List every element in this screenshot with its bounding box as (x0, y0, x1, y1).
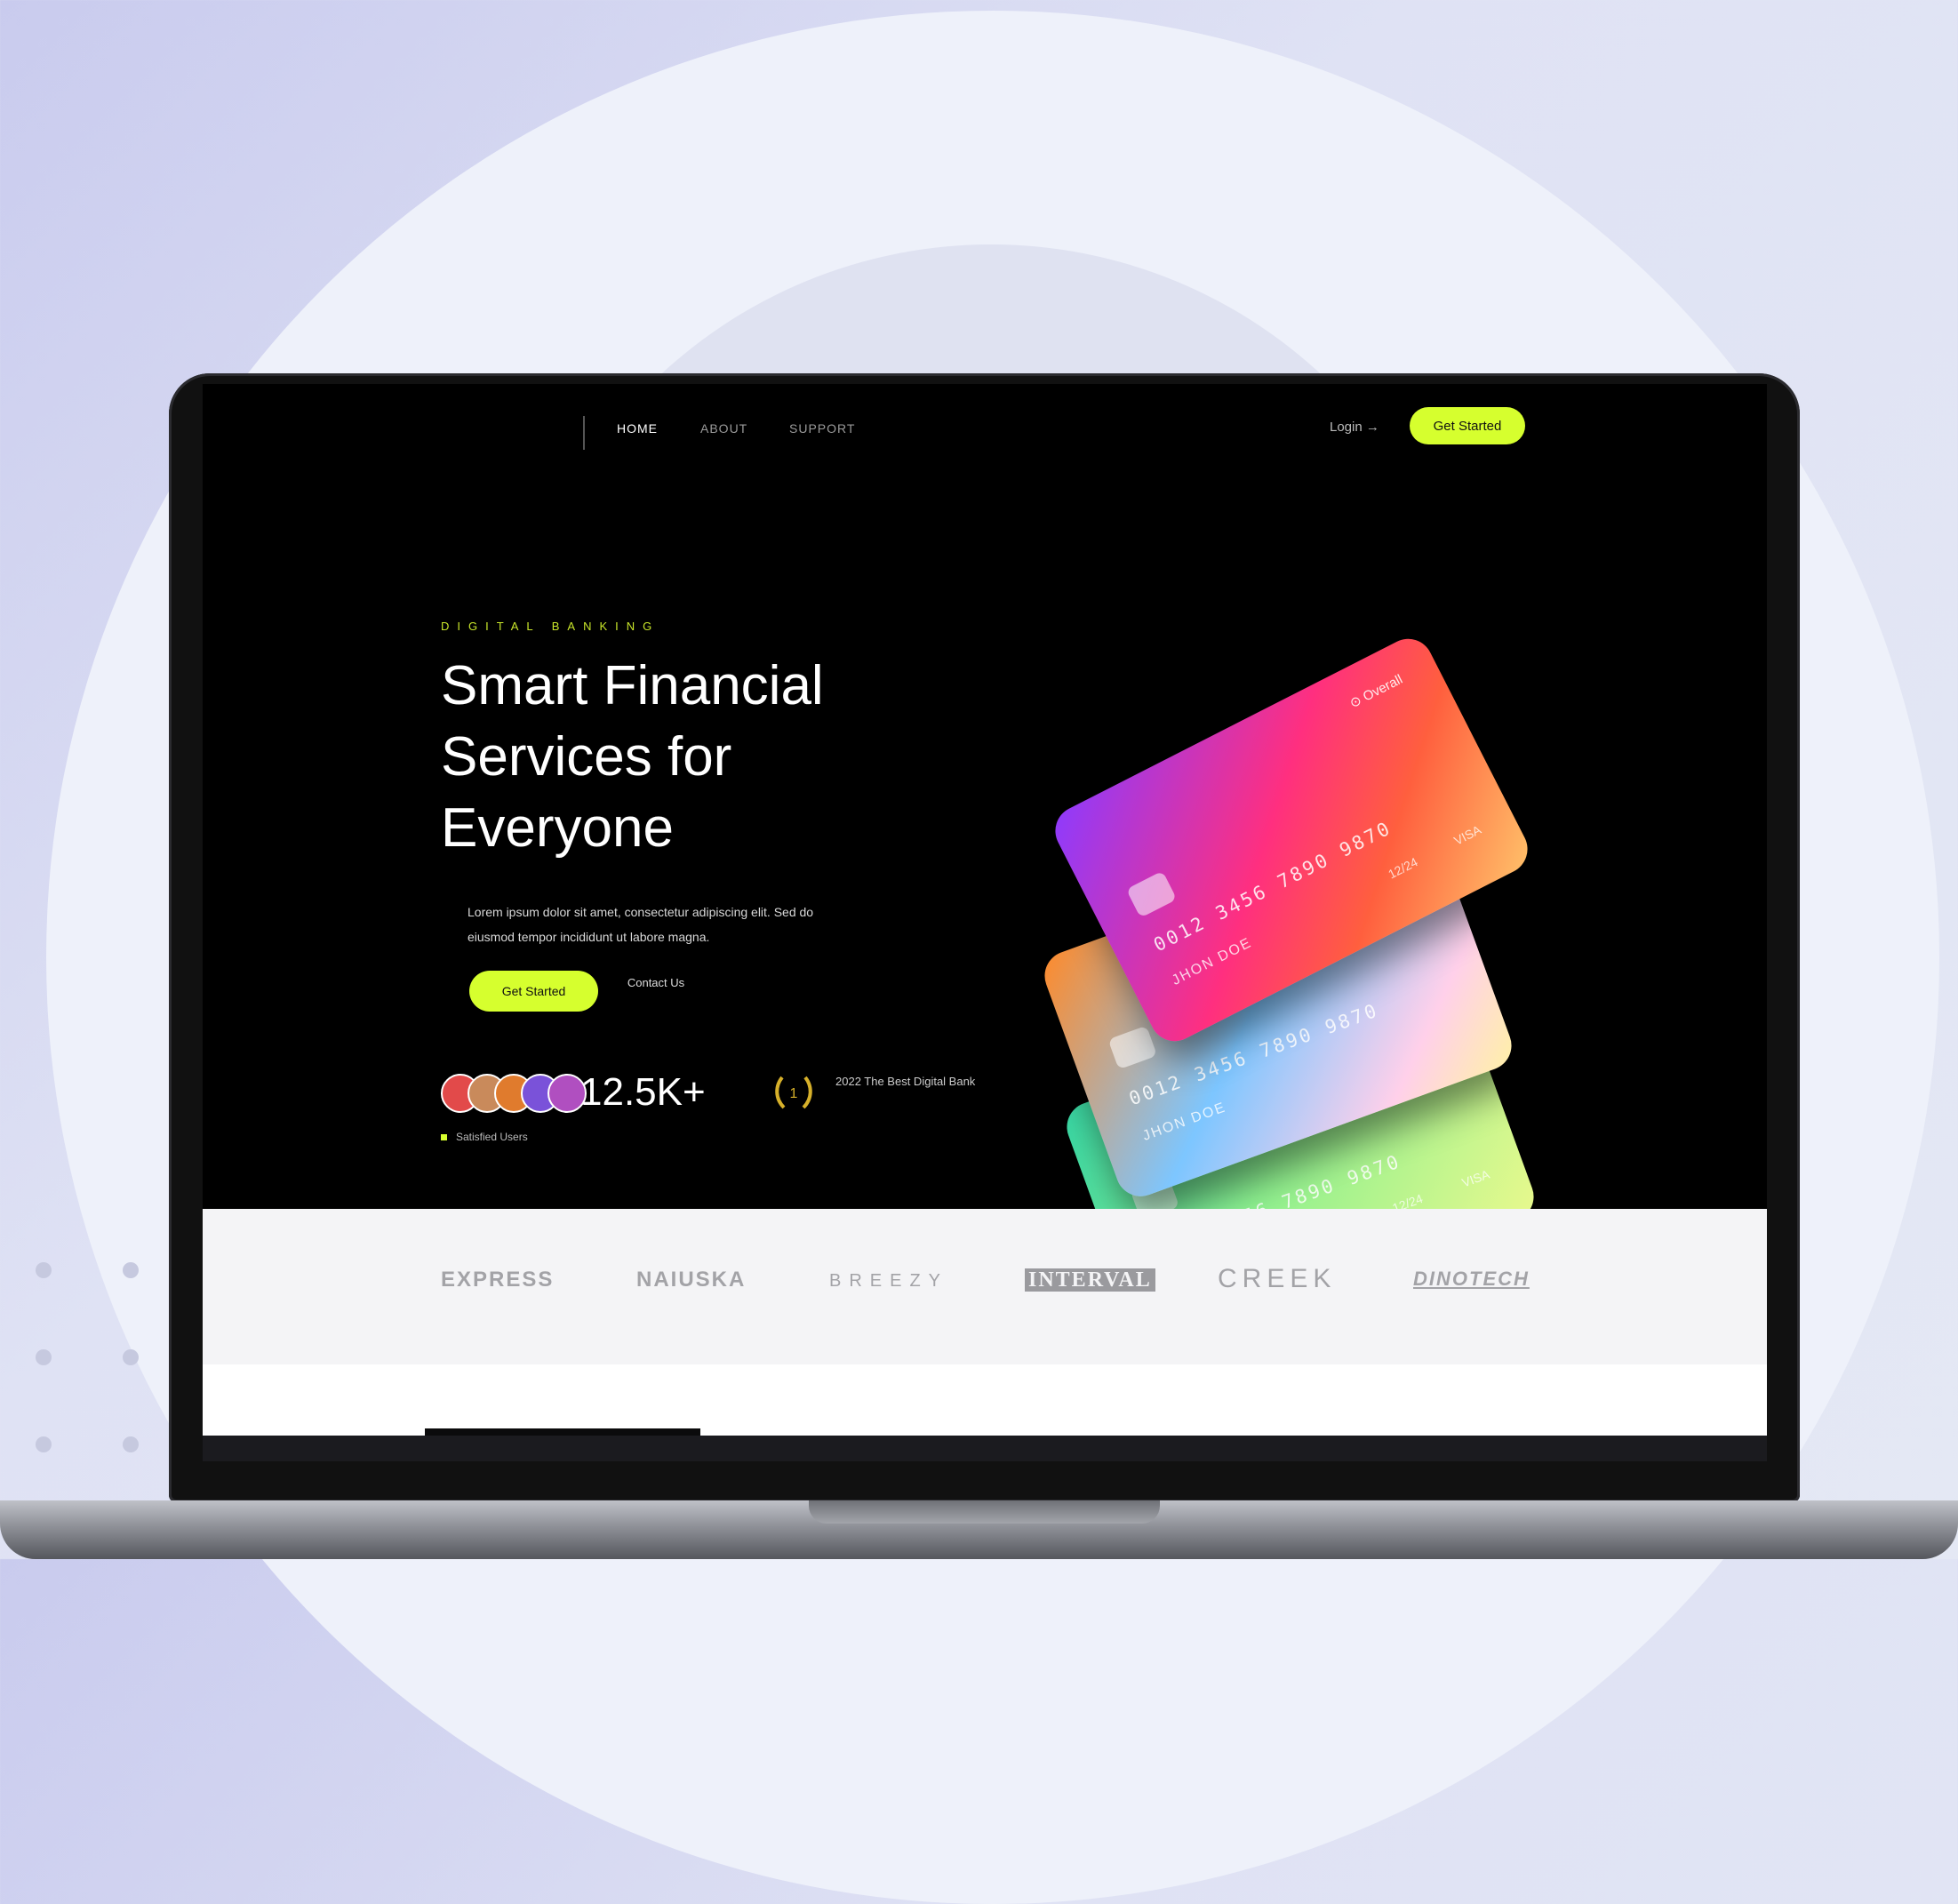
hero-description: Lorem ipsum dolor sit amet, consectetur … (468, 905, 814, 944)
laptop-screen: HOME ABOUT SUPPORT Login → Get Started D… (203, 384, 1767, 1461)
card-brand: VISA (1451, 822, 1483, 848)
card-logo: ⊙ Overall (1347, 671, 1405, 711)
laptop-base-notch (809, 1500, 1160, 1524)
brand-logo-creek: CREEK (1218, 1264, 1337, 1293)
card-chip-icon (1125, 870, 1178, 918)
card-expiry: 12/24 (1386, 854, 1420, 882)
brand-logo-breezy: BREEZY (829, 1271, 949, 1291)
brand-logo-naiuska: NAIUSKA (636, 1268, 747, 1292)
login-link[interactable]: Login → (1330, 420, 1379, 435)
laurel-award-icon: 1 (775, 1076, 812, 1109)
card-holder-name: JHON DOE (1140, 1100, 1229, 1144)
login-label: Login (1330, 420, 1363, 435)
hero-eyebrow: Digital Banking (441, 620, 660, 633)
card-brand: VISA (1459, 1166, 1492, 1190)
nav-link-home[interactable]: HOME (617, 421, 658, 436)
users-note-label: Satisfied Users (456, 1131, 528, 1143)
brand-logo-interval: INTERVAL (1025, 1268, 1155, 1292)
screen-shadow (425, 1428, 700, 1436)
brand-logo-interval-text: INTERVAL (1025, 1268, 1155, 1292)
contact-us-button[interactable]: Contact Us (620, 974, 691, 992)
laptop-frame: HOME ABOUT SUPPORT Login → Get Started D… (169, 373, 1800, 1502)
card-number: 0012 3456 7890 9870 (1150, 817, 1395, 956)
page-content-area (203, 1364, 1767, 1436)
nav-divider (583, 416, 585, 450)
card-logo-label: Overall (1360, 671, 1405, 705)
get-started-button[interactable]: Get Started (469, 971, 598, 1012)
card-chip-icon (1107, 1025, 1158, 1070)
hero-title: Smart Financial Services for Everyone (441, 655, 824, 859)
bullet-icon (441, 1134, 447, 1140)
nav-get-started-button[interactable]: Get Started (1410, 407, 1525, 444)
nav-link-support[interactable]: SUPPORT (789, 421, 855, 436)
award-text: 2022 The Best Digital Bank (835, 1075, 976, 1088)
brand-logo-strip: EXPRESS NAIUSKA BREEZY INTERVAL CREEK DI… (203, 1209, 1767, 1364)
brand-logo-dinotech: DINOTECH (1413, 1268, 1530, 1290)
users-count: 12.5K+ (580, 1070, 706, 1114)
brand-logo-express: EXPRESS (441, 1268, 555, 1292)
laptop-chin (203, 1436, 1767, 1461)
nav-link-about[interactable]: ABOUT (700, 421, 747, 436)
arrow-right-icon: → (1365, 420, 1379, 435)
svg-text:1: 1 (790, 1086, 798, 1101)
users-note: Satisfied Users (441, 1131, 528, 1143)
